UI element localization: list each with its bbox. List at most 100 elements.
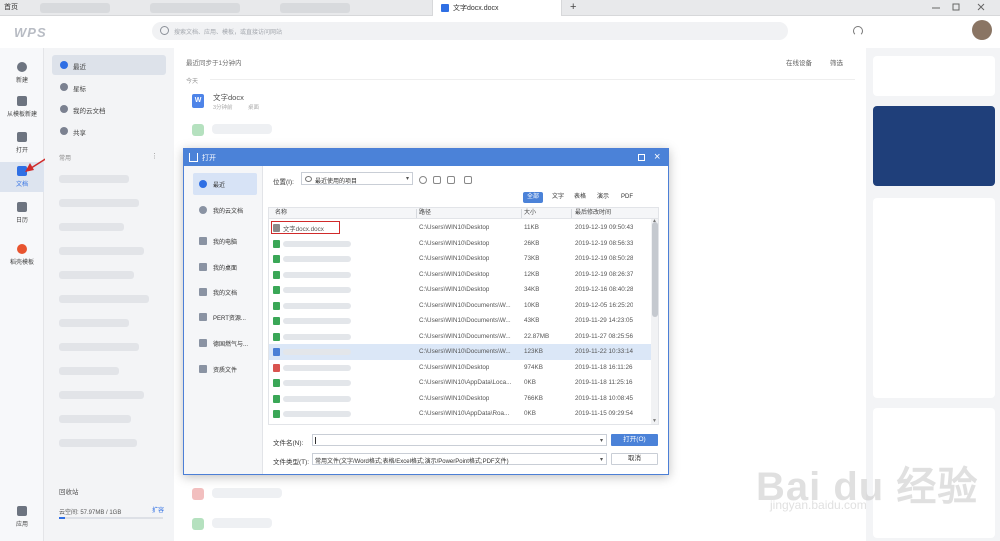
new-tab-button[interactable]: +	[570, 1, 576, 13]
table-row[interactable]: C:\Users\WIN10\Desktop 26KB 2019-12-19 08:…	[269, 236, 651, 252]
minimize-button[interactable]	[930, 2, 942, 12]
sidebar-item-recent[interactable]: 最近	[52, 55, 166, 75]
maximize-dialog-button[interactable]	[638, 154, 645, 161]
column-separator[interactable]	[521, 209, 522, 218]
template-icon	[17, 96, 27, 106]
rail-item-calendar[interactable]: 日历	[0, 202, 44, 224]
file-type-icon	[273, 317, 280, 325]
new-folder-icon[interactable]	[447, 176, 455, 184]
column-separator[interactable]	[416, 209, 417, 218]
location-item-desktop[interactable]: 我的桌面	[193, 256, 257, 278]
open-button[interactable]: 打开(O)	[611, 434, 658, 446]
expand-storage-link[interactable]: 扩容	[152, 505, 164, 514]
filter-tab-presentation[interactable]: 演示	[593, 192, 613, 203]
wps-logo: WPS	[14, 25, 47, 40]
up-folder-icon[interactable]	[433, 176, 441, 184]
filter-tab-all[interactable]: 全部	[523, 192, 544, 203]
location-item-recent[interactable]: 最近	[193, 173, 257, 195]
rail-item-apps[interactable]: 应用	[0, 506, 44, 528]
list-item[interactable]	[59, 415, 131, 423]
cloud-icon	[60, 105, 68, 113]
chevron-down-icon[interactable]: ▾	[600, 437, 603, 444]
recycle-bin[interactable]: 回收站	[59, 486, 79, 496]
table-row[interactable]: 文字docx.docx C:\Users\WIN10\Desktop 11KB 201…	[269, 220, 651, 236]
filter-tab-pdf[interactable]: PDF	[617, 192, 637, 203]
filter-tab-writer[interactable]: 文字	[548, 192, 568, 203]
list-item[interactable]	[59, 271, 134, 279]
calendar-icon	[17, 202, 27, 212]
tab-blurred[interactable]	[40, 3, 110, 13]
desktop-icon	[199, 263, 207, 271]
list-item[interactable]	[59, 439, 137, 447]
rail-item-new[interactable]: 新建	[0, 62, 44, 84]
list-item[interactable]	[59, 295, 149, 303]
tab-blurred[interactable]	[150, 3, 240, 13]
column-header-path[interactable]: 路径	[419, 208, 431, 219]
table-row[interactable]: C:\Users\WIN10\AppData\Roa... 0KB 2019-11-…	[269, 406, 651, 422]
cloud-quota: 云空间: 57.97MB / 1GB	[59, 510, 122, 516]
list-item[interactable]	[59, 175, 129, 183]
avatar[interactable]	[972, 20, 992, 40]
close-dialog-button[interactable]: ×	[654, 150, 660, 164]
table-row[interactable]: C:\Users\WIN10\Desktop 34KB 2019-12-16 08:…	[269, 282, 651, 298]
rail-item-docer[interactable]: 稻壳模板	[0, 244, 44, 266]
folder-icon	[199, 365, 207, 373]
view-mode-icon[interactable]	[464, 176, 472, 184]
location-item-documents[interactable]: 我的文档	[193, 281, 257, 303]
location-item-cloud[interactable]: 我的云文档	[193, 199, 257, 221]
table-row[interactable]: C:\Users\WIN10\Documents\W... 123KB 2019-1…	[269, 344, 651, 360]
cell-path: C:\Users\WIN10\Documents\W...	[419, 301, 511, 309]
filetype-select[interactable]: 常用文件(文字/Word格式;表格/Excel格式;演示/PowerPoint格…	[312, 453, 607, 465]
rail-item-template[interactable]: 从模板新建	[0, 96, 44, 118]
filetype-value: 常用文件(文字/Word格式;表格/Excel格式;演示/PowerPoint格…	[315, 459, 509, 465]
list-item[interactable]	[59, 199, 139, 207]
table-row[interactable]: C:\Users\WIN10\Documents\W... 10KB 2019-12…	[269, 298, 651, 314]
sidebar-item-cloud[interactable]: 我的云文档	[52, 99, 166, 119]
headset-icon[interactable]	[853, 26, 863, 36]
back-icon[interactable]	[419, 176, 427, 184]
tab-active-document[interactable]: 文字docx.docx	[432, 0, 562, 16]
filter-tab-spreadsheet[interactable]: 表格	[570, 192, 590, 203]
column-header-name[interactable]: 名称	[275, 208, 287, 219]
location-dropdown[interactable]: 最近使用的项目 ▾	[301, 172, 413, 185]
tab-blurred[interactable]	[280, 3, 350, 13]
scrollbar-thumb[interactable]	[652, 222, 658, 317]
list-item[interactable]	[59, 391, 144, 399]
banner-card[interactable]	[873, 106, 995, 186]
column-separator[interactable]	[571, 209, 572, 218]
file-type-icon	[273, 363, 280, 372]
sidebar-item-starred[interactable]: 星标	[52, 77, 166, 97]
table-row[interactable]: C:\Users\WIN10\Documents\W... 43KB 2019-11…	[269, 313, 651, 329]
search-input[interactable]: 搜索文档、应用、模板，或直接访问网站	[152, 22, 788, 40]
list-item[interactable]	[59, 343, 139, 351]
scrollbar[interactable]: ▲ ▼	[651, 218, 658, 424]
location-item-german-gas[interactable]: 德国燃气与...	[193, 332, 257, 354]
more-icon[interactable]: ⋮	[151, 152, 158, 160]
sidebar-item-shared[interactable]: 共享	[52, 121, 166, 141]
location-item-qualification[interactable]: 资质文件	[193, 358, 257, 380]
table-row[interactable]: C:\Users\WIN10\Desktop 974KB 2019-11-18 16…	[269, 360, 651, 376]
list-item[interactable]	[59, 247, 144, 255]
location-item-pert[interactable]: PERT资源...	[193, 306, 257, 328]
promo-card[interactable]	[873, 56, 995, 96]
table-row[interactable]: C:\Users\WIN10\Desktop 766KB 2019-11-18 10…	[269, 391, 651, 407]
table-row[interactable]: C:\Users\WIN10\AppData\Loca... 0KB 2019-11…	[269, 375, 651, 391]
list-item[interactable]	[59, 319, 129, 327]
filename-input[interactable]: ▾	[312, 434, 607, 446]
list-item[interactable]	[59, 367, 119, 375]
list-item[interactable]	[59, 223, 124, 231]
table-row[interactable]: C:\Users\WIN10\Desktop 73KB 2019-12-19 08:…	[269, 251, 651, 267]
column-header-size[interactable]: 大小	[524, 208, 536, 219]
file-type-icon	[273, 394, 280, 403]
location-item-computer[interactable]: 我的电脑	[193, 230, 257, 252]
tab-home[interactable]: 首页	[4, 2, 18, 12]
table-row[interactable]: C:\Users\WIN10\Documents\W... 22.87MB 2019…	[269, 329, 651, 345]
table-row[interactable]: C:\Users\WIN10\Desktop 12KB 2019-12-19 08:…	[269, 267, 651, 283]
maximize-button[interactable]	[950, 2, 962, 12]
close-window-button[interactable]	[975, 2, 987, 12]
column-header-modified[interactable]: 最后修改时间	[575, 208, 611, 219]
title-tab-bar: 首页 文字docx.docx +	[0, 0, 1000, 16]
cancel-button[interactable]: 取消	[611, 453, 658, 465]
file-type-icon	[273, 286, 280, 294]
scroll-down-icon[interactable]: ▼	[652, 418, 657, 424]
